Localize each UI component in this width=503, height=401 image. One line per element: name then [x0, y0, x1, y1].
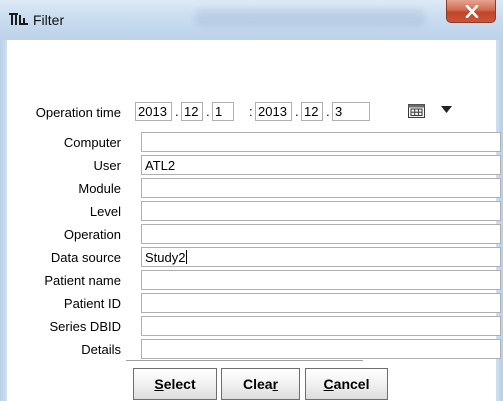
data-source-value: Study2 — [145, 250, 186, 265]
close-icon — [465, 5, 479, 18]
select-label: elect — [163, 376, 196, 392]
computer-field[interactable] — [141, 132, 501, 152]
level-field[interactable] — [141, 201, 501, 221]
operation-label: Operation — [63, 227, 121, 242]
computer-label: Computer — [63, 135, 121, 150]
select-mnemonic: S — [154, 376, 164, 392]
date-separator: . — [206, 104, 210, 119]
title-bar[interactable]: Filter — [0, 0, 503, 41]
data-source-label: Data source — [50, 250, 121, 265]
clear-label: Clea — [242, 376, 273, 392]
clear-mnemonic: r — [272, 376, 279, 392]
series-dbid-label: Series DBID — [49, 319, 121, 334]
range-separator: : — [249, 104, 253, 119]
cancel-label: ancel — [333, 376, 370, 392]
button-divider — [126, 360, 363, 361]
user-label: User — [93, 158, 121, 173]
series-dbid-field[interactable] — [141, 316, 501, 336]
to-day-field[interactable]: 3 — [332, 102, 370, 121]
level-label: Level — [89, 204, 121, 219]
operation-field[interactable] — [141, 224, 501, 244]
details-field[interactable] — [141, 339, 501, 359]
close-button[interactable] — [446, 0, 496, 23]
window-title: Filter — [33, 12, 65, 28]
module-label: Module — [78, 181, 121, 196]
title-bar-blur — [195, 9, 425, 27]
text-caret — [186, 250, 188, 264]
patient-name-field[interactable] — [141, 270, 501, 290]
filter-dialog-body: Operation time 2013 . 12 . 1 : 2013 . 12… — [7, 40, 501, 401]
calendar-icon[interactable] — [408, 104, 425, 118]
select-button[interactable]: Select — [133, 368, 217, 400]
module-field[interactable] — [141, 178, 501, 198]
cancel-mnemonic: C — [323, 376, 334, 392]
patient-id-field[interactable] — [141, 293, 501, 313]
cancel-button[interactable]: Cancel — [305, 368, 388, 400]
patient-name-label: Patient name — [44, 273, 121, 288]
clear-button[interactable]: Clea r — [221, 368, 300, 400]
date-separator: . — [326, 104, 330, 119]
date-separator: . — [295, 104, 299, 119]
from-year-field[interactable]: 2013 — [135, 102, 172, 121]
from-month-field[interactable]: 12 — [181, 102, 203, 121]
pmod-logo-icon — [9, 13, 28, 25]
to-year-field[interactable]: 2013 — [255, 102, 292, 121]
user-field[interactable]: ATL2 — [141, 155, 501, 175]
to-month-field[interactable]: 12 — [301, 102, 323, 121]
details-label: Details — [81, 342, 121, 357]
data-source-field[interactable]: Study2 — [141, 247, 501, 267]
date-separator: . — [175, 104, 179, 119]
operation-time-label: Operation time — [35, 105, 121, 120]
patient-id-label: Patient ID — [63, 296, 121, 311]
from-day-field[interactable]: 1 — [212, 102, 234, 121]
triangle-down-icon[interactable] — [441, 106, 452, 114]
